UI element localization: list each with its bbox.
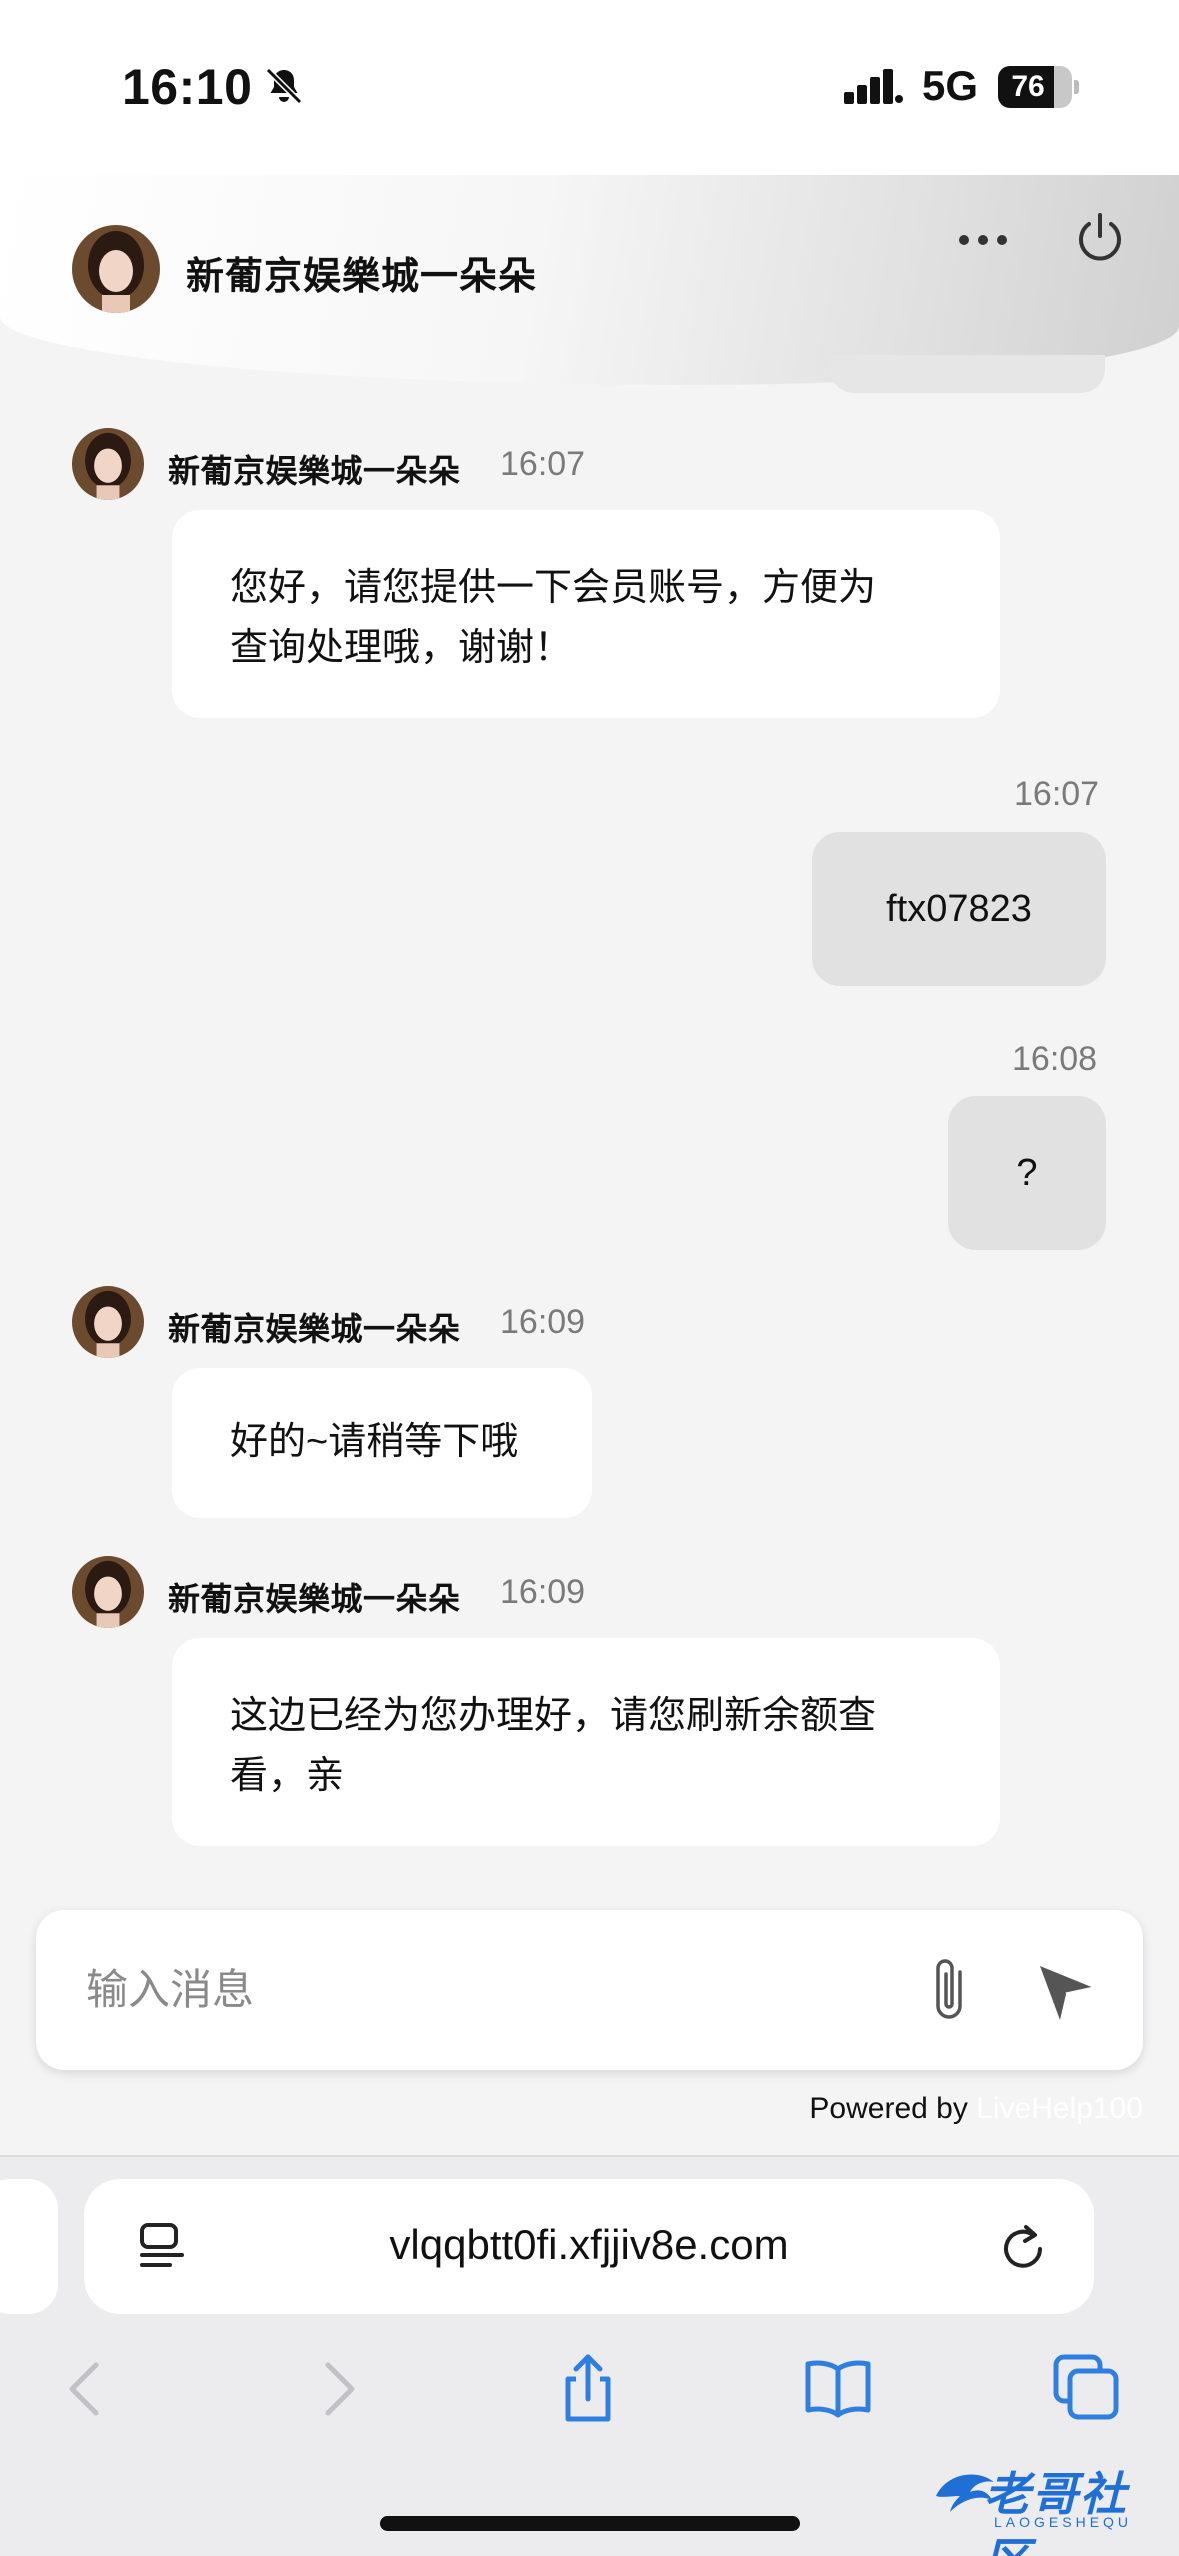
bookmarks-icon[interactable] <box>798 2349 878 2429</box>
status-bar: 16:10 5G 76 <box>0 0 1179 175</box>
message-line: 好的~请稍等下哦 <box>230 1421 519 1463</box>
signal-icon <box>844 69 903 104</box>
previous-tab-preview[interactable] <box>0 2179 58 2314</box>
message-text: ftx07823 <box>886 888 1032 930</box>
agent-message-bubble: 这边已经为您办理好，请您刷新余额查 看，亲 <box>172 1638 1000 1846</box>
power-icon[interactable] <box>1072 209 1128 265</box>
message-line: 这边已经为您办理好，请您刷新余额查 <box>230 1695 877 1737</box>
message-line: 您好，请您提供一下会员账号，方便为 <box>230 567 877 609</box>
status-time: 16:10 <box>122 59 253 115</box>
watermark-subtext: LAOGESHEQU <box>994 2514 1133 2530</box>
agent-message-bubble: 好的~请稍等下哦 <box>172 1368 592 1518</box>
message-time: 16:07 <box>1014 775 1100 813</box>
battery-level: 76 <box>1011 70 1045 103</box>
message-input[interactable] <box>86 1958 886 2022</box>
agent-avatar <box>72 428 144 500</box>
back-icon[interactable] <box>46 2349 126 2429</box>
message-sender: 新葡京娱樂城一朵朵 <box>168 453 461 489</box>
paperclip-icon[interactable] <box>916 1950 986 2030</box>
message-time: 16:09 <box>500 1303 586 1341</box>
bell-muted-icon <box>265 67 303 105</box>
home-indicator[interactable] <box>380 2516 800 2531</box>
chat-title: 新葡京娱樂城一朵朵 <box>186 256 538 298</box>
message-time: 16:08 <box>1012 1040 1098 1078</box>
message-text: ? <box>1016 1152 1038 1194</box>
network-type: 5G <box>922 62 979 109</box>
reader-mode-icon[interactable] <box>134 2219 190 2275</box>
tabs-icon[interactable] <box>1048 2349 1128 2429</box>
more-icon[interactable] <box>950 215 1016 265</box>
message-time: 16:07 <box>500 445 586 483</box>
agent-avatar <box>72 1556 144 1628</box>
powered-by-brand-link[interactable]: LiveHelp100 <box>976 2092 1143 2125</box>
previous-message-bubble <box>830 355 1105 393</box>
agent-message-bubble: 您好，请您提供一下会员账号，方便为 查询处理哦，谢谢！ <box>172 510 1000 718</box>
user-message-bubble: ftx07823 <box>812 832 1106 986</box>
forward-icon[interactable] <box>298 2349 378 2429</box>
message-sender: 新葡京娱樂城一朵朵 <box>168 1581 461 1617</box>
agent-avatar <box>72 225 160 313</box>
address-bar[interactable]: vlqqbtt0fi.xfjjiv8e.com <box>84 2179 1094 2314</box>
share-icon[interactable] <box>548 2349 628 2429</box>
chat-header: 新葡京娱樂城一朵朵 <box>0 175 1179 385</box>
reload-icon[interactable] <box>996 2219 1052 2275</box>
watermark-text: 老哥社区 <box>984 2468 1128 2556</box>
message-line: 查询处理哦，谢谢！ <box>230 627 573 669</box>
url-text[interactable]: vlqqbtt0fi.xfjjiv8e.com <box>214 2221 964 2269</box>
powered-by: Powered by LiveHelp100 <box>809 2092 1143 2126</box>
battery-icon: 76 <box>998 66 1079 108</box>
message-sender: 新葡京娱樂城一朵朵 <box>168 1311 461 1347</box>
watermark-logo: 老哥社区 LAOGESHEQU <box>930 2452 1170 2556</box>
message-line: 看，亲 <box>230 1755 345 1797</box>
message-time: 16:09 <box>500 1573 586 1611</box>
message-composer <box>36 1910 1143 2070</box>
send-icon[interactable] <box>1034 1958 1100 2024</box>
user-message-bubble: ? <box>948 1096 1106 1250</box>
agent-avatar <box>72 1286 144 1358</box>
powered-by-label: Powered by <box>809 2092 968 2125</box>
